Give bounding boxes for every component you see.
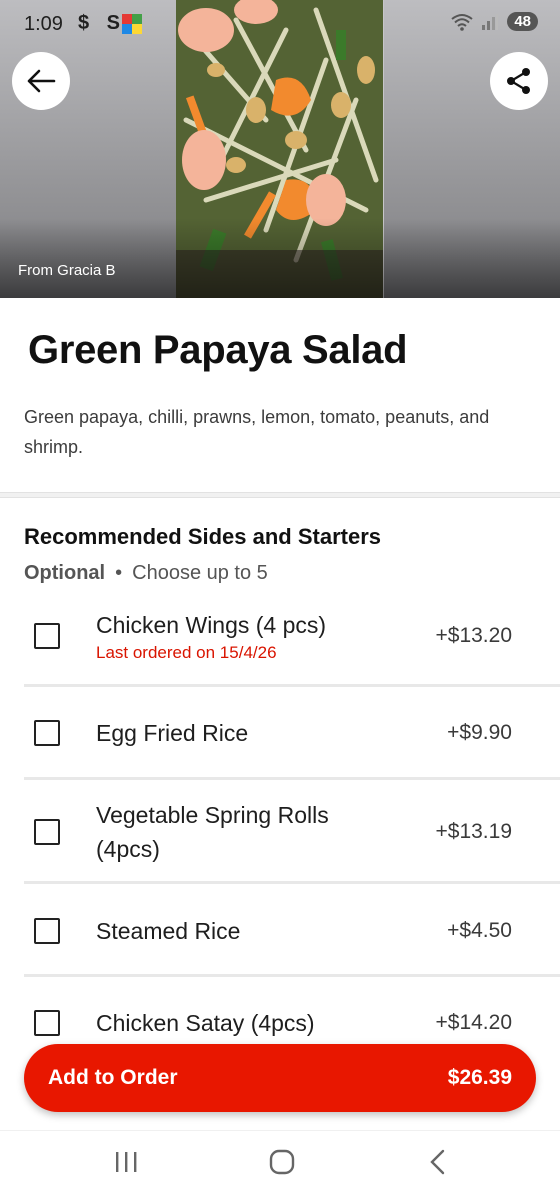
requirement-label: Optional <box>24 562 106 584</box>
add-to-order-button[interactable]: Add to Order $26.39 <box>24 1044 536 1112</box>
option-text: Steamed Rice <box>96 914 447 948</box>
nav-back-icon[interactable] <box>428 1149 448 1175</box>
option-price: +$14.20 <box>435 1011 513 1034</box>
option-last-ordered-note: Last ordered on 15/4/26 <box>96 643 277 662</box>
option-checkbox[interactable] <box>34 623 60 649</box>
option-row-egg-fried-rice[interactable]: Egg Fried Rice +$9.90 <box>24 710 536 756</box>
photo-credit: From Gracia B <box>18 262 116 279</box>
option-name: Chicken Satay (4pcs) <box>96 1010 315 1036</box>
option-divider <box>24 881 560 884</box>
status-app-icons: $ S <box>78 12 127 34</box>
section-subtitle: Optional • Choose up to 5 <box>24 562 268 585</box>
option-row-vegetable-spring-rolls[interactable]: Vegetable Spring Rolls (4pcs) +$13.19 <box>24 796 536 868</box>
order-total: $26.39 <box>447 1066 512 1089</box>
section-divider <box>0 492 560 498</box>
option-text: Egg Fried Rice <box>96 716 447 750</box>
status-bar: 1:09 $ S 48 <box>0 0 560 48</box>
option-text: Chicken Wings (4 pcs) Last ordered on 15… <box>96 608 436 664</box>
separator-dot: • <box>115 562 123 584</box>
share-icon <box>507 68 530 94</box>
option-divider <box>24 974 560 977</box>
option-divider <box>24 684 560 687</box>
option-price: +$13.20 <box>435 624 513 647</box>
option-name: Steamed Rice <box>96 918 241 944</box>
add-to-order-label: Add to Order <box>48 1066 178 1089</box>
system-nav-bar <box>0 1130 560 1201</box>
option-row-chicken-wings[interactable]: Chicken Wings (4 pcs) Last ordered on 15… <box>24 604 536 668</box>
option-text: Vegetable Spring Rolls (4pcs) <box>96 798 436 866</box>
limit-label: Choose up to 5 <box>132 562 268 584</box>
battery-indicator: 48 <box>507 12 538 31</box>
section-title: Recommended Sides and Starters <box>24 524 382 549</box>
option-checkbox[interactable] <box>34 1010 60 1036</box>
back-arrow-icon <box>27 69 56 93</box>
status-right: 48 <box>451 12 538 31</box>
back-button[interactable] <box>12 52 70 110</box>
option-checkbox[interactable] <box>34 918 60 944</box>
option-divider <box>24 777 560 780</box>
option-row-chicken-satay[interactable]: Chicken Satay (4pcs) +$14.20 <box>24 1000 536 1046</box>
share-button[interactable] <box>490 52 548 110</box>
option-checkbox[interactable] <box>34 819 60 845</box>
option-price: +$13.19 <box>435 820 513 843</box>
option-row-steamed-rice[interactable]: Steamed Rice +$4.50 <box>24 908 536 954</box>
option-checkbox[interactable] <box>34 720 60 746</box>
option-price: +$9.90 <box>447 721 512 744</box>
item-description: Green papaya, chilli, prawns, lemon, tom… <box>24 407 490 457</box>
option-name: Chicken Wings (4 pcs) <box>96 612 327 638</box>
signal-icon <box>482 13 499 30</box>
option-name: Vegetable Spring Rolls (4pcs) <box>96 802 329 862</box>
option-text: Chicken Satay (4pcs) <box>96 1006 436 1040</box>
recent-apps-icon[interactable] <box>114 1149 138 1175</box>
home-icon[interactable] <box>269 1149 295 1175</box>
wifi-icon <box>451 13 473 31</box>
option-name: Egg Fried Rice <box>96 720 249 746</box>
multicolor-app-icon <box>122 14 142 34</box>
item-title: Green Papaya Salad <box>28 328 408 372</box>
hero-gradient <box>0 218 560 298</box>
status-time: 1:09 <box>24 13 63 35</box>
option-price: +$4.50 <box>447 919 512 942</box>
